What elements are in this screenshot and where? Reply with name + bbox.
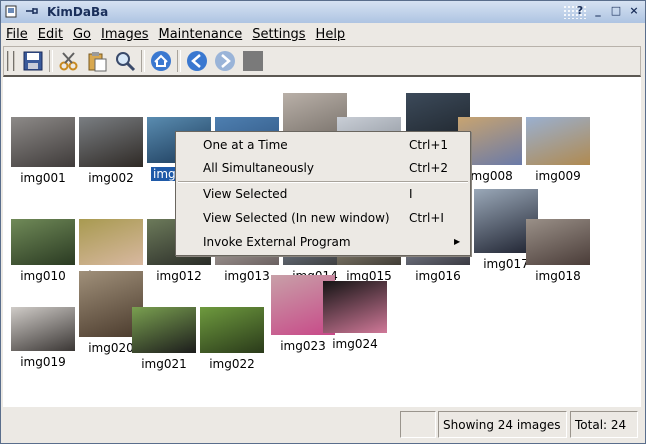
thumbnail[interactable]: img010	[11, 203, 75, 287]
thumbnail-image[interactable]	[132, 307, 196, 353]
menu-item-invoke-external-program[interactable]: Invoke External Program ▶	[176, 231, 470, 253]
stop-icon[interactable]	[239, 48, 267, 74]
thumbnail[interactable]: img002	[79, 101, 143, 189]
thumbnail[interactable]: img024	[323, 265, 387, 355]
forward-icon[interactable]	[211, 48, 239, 74]
thumbnail-label: img019	[20, 355, 66, 369]
menu-help[interactable]: Help	[311, 27, 351, 42]
status-blank	[400, 411, 436, 438]
submenu-arrow-icon: ▶	[454, 237, 461, 246]
thumbnail-image[interactable]	[323, 281, 387, 333]
menu-go[interactable]: Go	[68, 27, 96, 42]
menu-edit[interactable]: Edit	[33, 27, 68, 42]
context-menu: One at a Time Ctrl+1 All Simultaneously …	[175, 131, 471, 256]
thumbnail-image[interactable]	[526, 219, 590, 265]
maximize-icon[interactable]: □	[609, 4, 623, 18]
paste-icon[interactable]	[83, 48, 111, 74]
status-bar: Showing 24 images Total: 24	[1, 409, 645, 443]
thumbnail-label: img018	[535, 269, 581, 283]
menu-maintenance[interactable]: Maintenance	[153, 27, 247, 42]
thumbnail-image[interactable]	[200, 307, 264, 353]
minimize-icon[interactable]: _	[591, 4, 605, 18]
toolbar-separator	[177, 50, 181, 72]
menu-bar: File Edit Go Images Maintenance Settings…	[1, 23, 645, 45]
main-window: KimDaBa ? _ □ × File Edit Go Images Main…	[0, 0, 646, 444]
search-icon[interactable]	[111, 48, 139, 74]
thumbnail-label: img002	[88, 171, 134, 185]
menu-item-view-selected-new-window[interactable]: View Selected (In new window) Ctrl+I	[176, 207, 470, 229]
thumbnail-label: img016	[415, 269, 461, 283]
thumbnail-label: img024	[332, 337, 378, 351]
thumbnail-image[interactable]	[11, 117, 75, 167]
status-showing: Showing 24 images	[438, 411, 567, 438]
back-icon[interactable]	[183, 48, 211, 74]
thumbnail[interactable]: img018	[526, 203, 590, 287]
help-icon[interactable]: ?	[573, 4, 587, 18]
thumbnail[interactable]: img022	[200, 291, 264, 375]
cut-icon[interactable]	[55, 48, 83, 74]
toolbar-separator	[141, 50, 145, 72]
thumbnail-image[interactable]	[11, 219, 75, 265]
save-icon[interactable]	[19, 48, 47, 74]
thumbnail[interactable]: img021	[132, 291, 196, 375]
menu-images[interactable]: Images	[96, 27, 154, 42]
thumbnail-image[interactable]	[79, 117, 143, 167]
menu-item-one-at-a-time[interactable]: One at a Time Ctrl+1	[176, 134, 470, 156]
status-total: Total: 24	[570, 411, 638, 438]
menu-item-all-simultaneously[interactable]: All Simultaneously Ctrl+2	[176, 157, 470, 179]
pin-icon[interactable]	[24, 4, 38, 21]
menu-file[interactable]: File	[1, 27, 33, 42]
thumbnail-image[interactable]	[526, 117, 590, 165]
close-icon[interactable]: ×	[627, 4, 641, 18]
menu-item-view-selected[interactable]: View Selected I	[176, 183, 470, 205]
toolbar	[3, 46, 641, 77]
thumbnail[interactable]: img019	[11, 291, 75, 373]
home-icon[interactable]	[147, 48, 175, 74]
app-icon[interactable]	[5, 3, 21, 22]
menu-settings[interactable]: Settings	[247, 27, 310, 42]
thumbnail[interactable]: img001	[11, 101, 75, 189]
thumbnail-image[interactable]	[11, 307, 75, 351]
thumbnail-label: img022	[209, 357, 255, 371]
toolbar-separator	[49, 50, 53, 72]
title-bar[interactable]: KimDaBa ? _ □ ×	[1, 1, 645, 23]
window-title: KimDaBa	[47, 5, 109, 19]
toolbar-grip[interactable]	[7, 51, 15, 71]
